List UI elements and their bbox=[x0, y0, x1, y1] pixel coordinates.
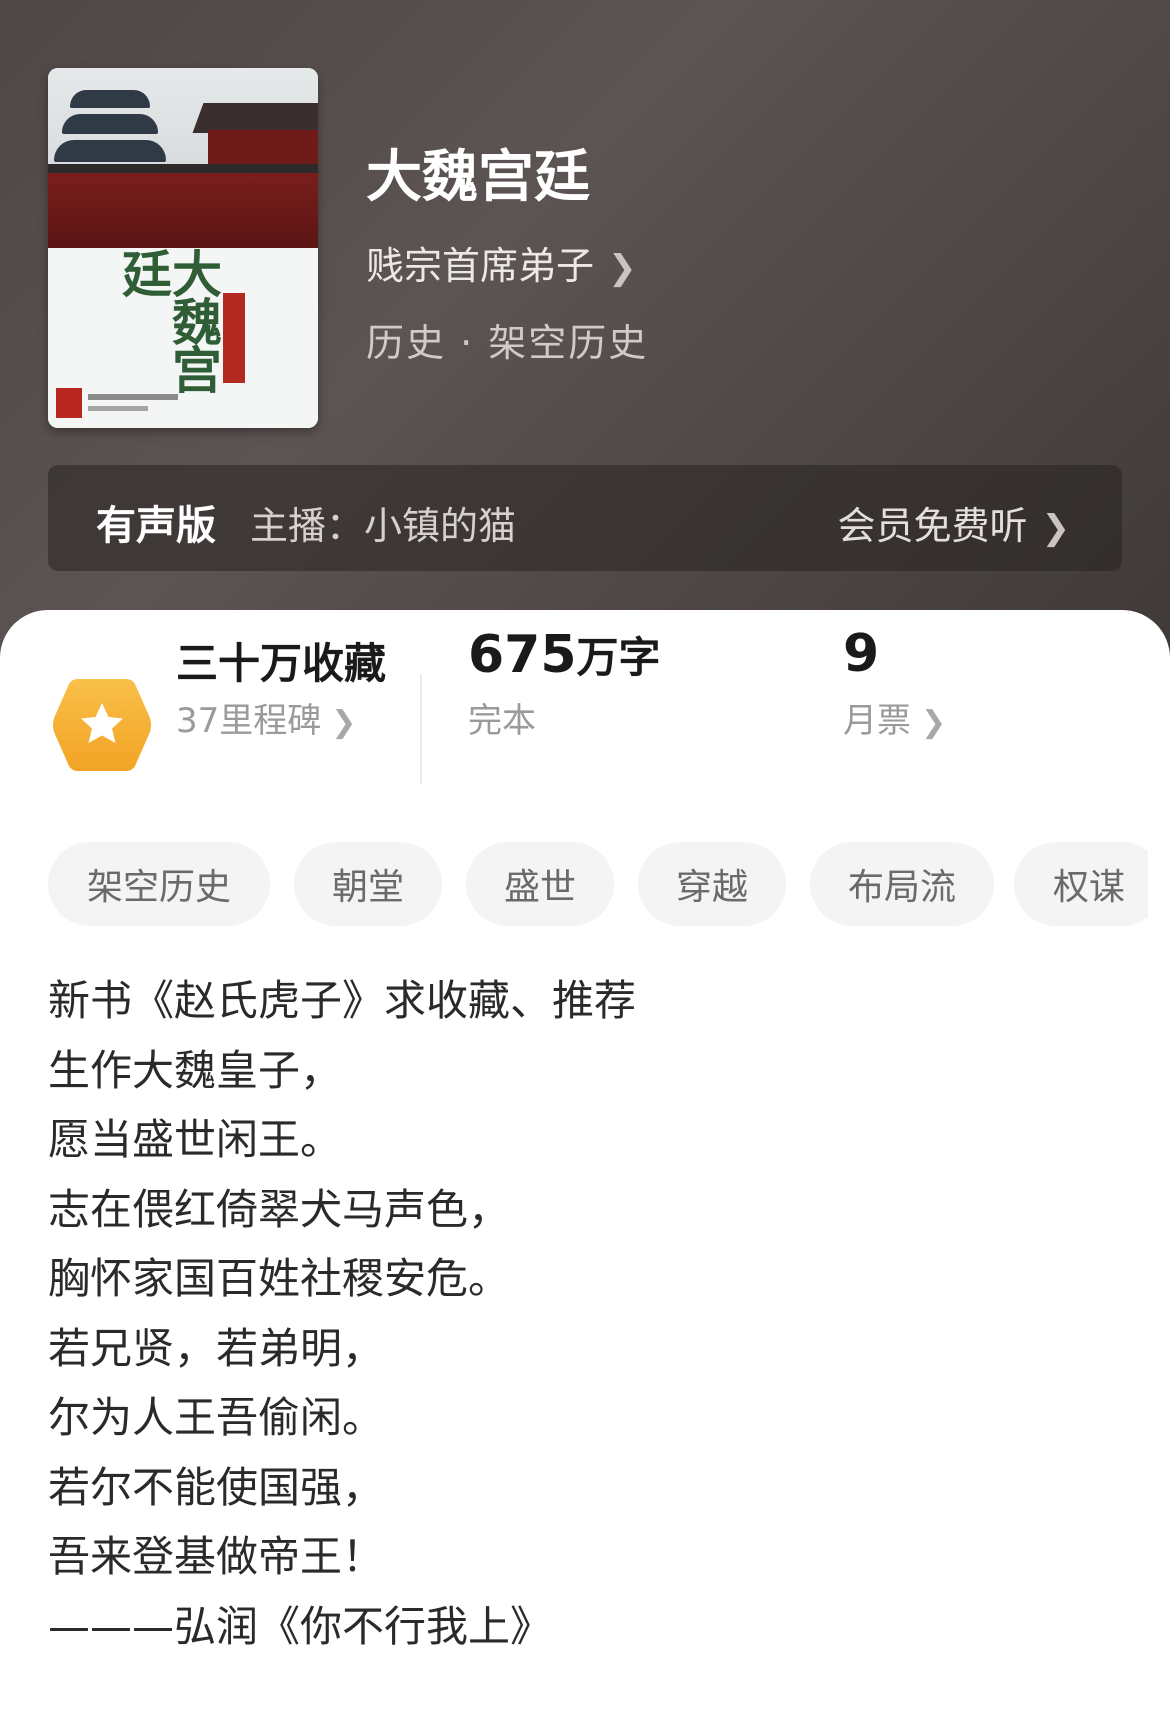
tag-chip[interactable]: 权谋 bbox=[1014, 842, 1148, 926]
book-header: 大魏宫廷 大魏宫廷 贱宗首席弟子 ❯ 历史 · 架空历史 有声版 主播：小镇的猫 … bbox=[0, 0, 1170, 660]
cover-temple-roof bbox=[62, 114, 158, 134]
word-count-number: 675 bbox=[468, 625, 577, 685]
description-line: 愿当盛世闲王。 bbox=[48, 1115, 343, 1164]
cover-hall-roof bbox=[192, 103, 318, 133]
monthly-votes-label: 月票 bbox=[843, 701, 911, 741]
book-cover[interactable]: 大魏宫廷 bbox=[48, 68, 318, 428]
word-count: 675万字 bbox=[468, 624, 661, 685]
author-name: 贱宗首席弟子 bbox=[366, 244, 595, 288]
stat-divider bbox=[420, 674, 422, 784]
book-info-card: 三十万收藏 37里程碑 ❯ 675万字 完本 9 月票 ❯ 架空历史 朝堂 盛世 穿… bbox=[0, 610, 1170, 1710]
cover-temple-roof bbox=[54, 140, 166, 162]
chevron-right-icon: ❯ bbox=[608, 248, 637, 288]
publisher-logo bbox=[56, 388, 82, 418]
free-listen-label: 会员免费听 bbox=[837, 504, 1028, 548]
monthly-votes-number: 9 bbox=[843, 624, 880, 684]
book-genre: 历史 · 架空历史 bbox=[366, 321, 649, 365]
description-line: 尔为人王吾偷闲。 bbox=[48, 1393, 385, 1442]
audio-host: 主播：小镇的猫 bbox=[250, 504, 517, 548]
publisher-line bbox=[88, 394, 178, 400]
description-line: 志在偎红倚翠犬马声色， bbox=[48, 1184, 511, 1234]
free-listen-link[interactable]: 会员免费听 ❯ bbox=[837, 495, 1070, 550]
publisher-line bbox=[88, 406, 148, 411]
tag-chip[interactable]: 架空历史 bbox=[48, 842, 270, 926]
monthly-votes-count: 9 bbox=[843, 624, 879, 684]
book-title: 大魏宫廷 bbox=[366, 145, 590, 210]
book-description: 新书《赵氏虎子》求收藏、推荐 生作大魏皇子， 愿当盛世闲王。 志在偎红倚翠犬马声… bbox=[48, 966, 1128, 1661]
cover-title: 大魏宫廷 bbox=[114, 248, 223, 392]
monthly-votes-link[interactable]: 月票 ❯ bbox=[843, 693, 946, 742]
tag-chip[interactable]: 布局流 bbox=[810, 842, 994, 926]
description-line: 胸怀家国百姓社稷安危。 bbox=[48, 1254, 511, 1303]
collection-title: 三十万收藏 bbox=[176, 639, 387, 688]
tag-chip[interactable]: 穿越 bbox=[638, 842, 786, 926]
author-link[interactable]: 贱宗首席弟子 ❯ bbox=[366, 235, 637, 290]
description-line: 若兄贤，若弟明， bbox=[48, 1323, 385, 1373]
description-line: 吾来登基做帝王！ bbox=[48, 1532, 385, 1581]
description-line: 生作大魏皇子， bbox=[48, 1045, 343, 1095]
cover-seal bbox=[223, 293, 245, 383]
chevron-right-icon: ❯ bbox=[331, 705, 357, 740]
description-line: 若尔不能使国强， bbox=[48, 1462, 385, 1512]
chevron-right-icon: ❯ bbox=[921, 705, 947, 740]
description-line: 新书《赵氏虎子》求收藏、推荐 bbox=[48, 976, 637, 1025]
word-count-unit: 万字 bbox=[576, 633, 661, 682]
cover-temple-roof bbox=[70, 90, 150, 108]
milestones-link[interactable]: 37里程碑 ❯ bbox=[176, 693, 356, 742]
description-line: ———弘润《你不行我上》 bbox=[48, 1601, 553, 1651]
tag-chip[interactable]: 盛世 bbox=[466, 842, 614, 926]
cover-wall bbox=[48, 173, 318, 248]
audio-version-bar[interactable]: 有声版 主播：小镇的猫 会员免费听 ❯ bbox=[48, 465, 1122, 571]
audio-label: 有声版 bbox=[96, 503, 216, 549]
completion-status: 完本 bbox=[468, 701, 536, 741]
chevron-right-icon: ❯ bbox=[1041, 508, 1071, 548]
tag-chip[interactable]: 朝堂 bbox=[294, 842, 442, 926]
tag-list: 架空历史 朝堂 盛世 穿越 布局流 权谋 bbox=[48, 842, 1148, 932]
star-hexagon-icon bbox=[53, 679, 151, 771]
milestones-label: 37里程碑 bbox=[176, 701, 322, 741]
